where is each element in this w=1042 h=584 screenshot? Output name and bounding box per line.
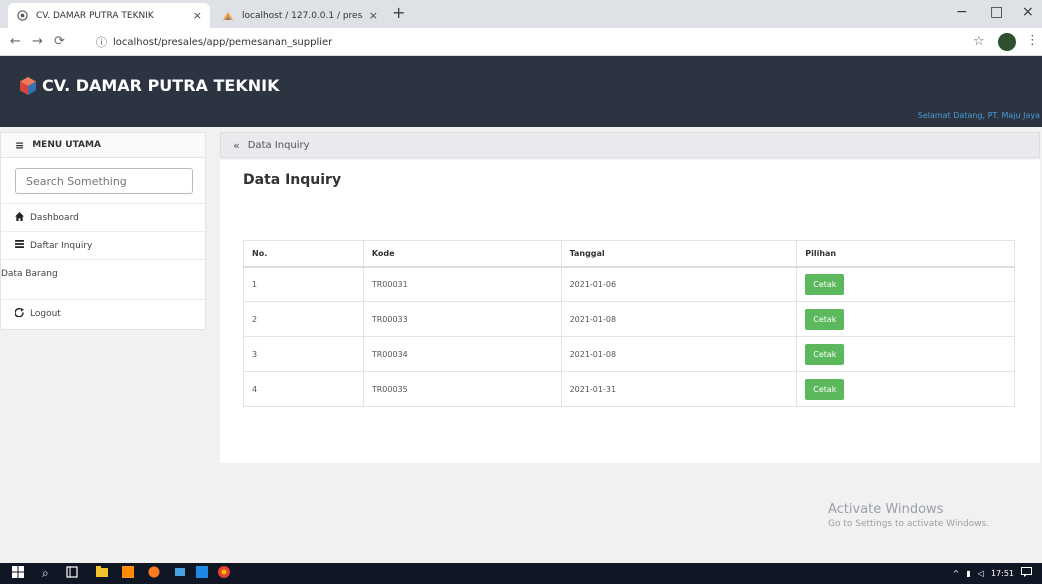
- cell-no: 2: [243, 301, 364, 337]
- close-window-icon[interactable]: ×: [1022, 4, 1034, 20]
- sidebar-item-dashboard[interactable]: Dashboard: [1, 203, 205, 231]
- cetak-button[interactable]: Cetak: [805, 273, 845, 295]
- notification-icon[interactable]: [1021, 567, 1032, 579]
- file-explorer-icon[interactable]: [96, 566, 108, 580]
- sidebar-item-logout[interactable]: Logout: [1, 299, 205, 327]
- activation-watermark: Activate Windows Go to Settings to activ…: [828, 502, 989, 529]
- chrome-icon[interactable]: [218, 566, 230, 581]
- table-row: 4 TR00035 2021-01-31 Cetak: [243, 371, 1015, 407]
- content-panel: Data Inquiry No. Kode Tanggal Pilihan 1 …: [220, 160, 1040, 463]
- clock[interactable]: 17:51: [991, 569, 1014, 578]
- address-bar: ← → ⟳ ⓘ localhost/presales/app/pemesanan…: [0, 28, 1042, 56]
- inquiry-table: No. Kode Tanggal Pilihan 1 TR00031 2021-…: [243, 240, 1015, 407]
- volume-icon[interactable]: ◁: [978, 569, 984, 578]
- app-header: CV. DAMAR PUTRA TEKNIK Selamat Datang, P…: [0, 56, 1042, 127]
- forward-icon[interactable]: →: [32, 34, 43, 49]
- taskbar: ⌕ ^ ▮ ◁ 17:51: [0, 563, 1042, 584]
- xampp-icon[interactable]: [148, 566, 160, 581]
- column-header-no[interactable]: No.: [243, 240, 364, 268]
- back-icon[interactable]: ←: [10, 34, 21, 49]
- brand[interactable]: CV. DAMAR PUTRA TEKNIK: [20, 76, 279, 95]
- search-input[interactable]: [15, 168, 193, 194]
- menu-dots-icon[interactable]: ⋮: [1026, 33, 1039, 48]
- task-view-icon[interactable]: [66, 566, 78, 581]
- table-row: 2 TR00033 2021-01-08 Cetak: [243, 301, 1015, 337]
- cell-no: 3: [243, 336, 364, 372]
- sidebar-item-label: Data Barang: [1, 268, 58, 279]
- browser-tab-title: localhost / 127.0.0.1 / presales / t: [242, 10, 363, 21]
- sidebar-item-daftar-inquiry[interactable]: Daftar Inquiry: [1, 231, 205, 259]
- cell-tanggal: 2021-01-08: [560, 336, 798, 372]
- app-icon[interactable]: [174, 566, 186, 581]
- browser-tab-strip: CV. DAMAR PUTRA TEKNIK × localhost / 127…: [0, 0, 1042, 28]
- minimize-icon[interactable]: −: [956, 4, 968, 20]
- reload-icon[interactable]: ⟳: [54, 34, 65, 49]
- browser-tab-inactive[interactable]: localhost / 127.0.0.1 / presales / t ×: [214, 3, 386, 28]
- url-field[interactable]: ⓘ localhost/presales/app/pemesanan_suppl…: [96, 34, 332, 50]
- sidebar-item-label: Dashboard: [30, 212, 79, 223]
- cetak-button[interactable]: Cetak: [805, 378, 845, 400]
- sidebar-header: ≡ MENU UTAMA: [1, 133, 205, 158]
- cell-pilihan: Cetak: [796, 371, 1015, 407]
- cetak-button[interactable]: Cetak: [805, 343, 845, 365]
- sidebar-item-label: Logout: [30, 308, 61, 319]
- breadcrumb-label: Data Inquiry: [247, 139, 310, 151]
- vscode-icon[interactable]: [196, 566, 208, 581]
- list-icon: [15, 240, 24, 251]
- cell-tanggal: 2021-01-08: [560, 301, 798, 337]
- system-tray: ^ ▮ ◁ 17:51: [953, 567, 1032, 579]
- breadcrumb: « Data Inquiry: [220, 132, 1040, 158]
- table-row: 3 TR00034 2021-01-08 Cetak: [243, 336, 1015, 372]
- sidebar-item-label: Daftar Inquiry: [30, 240, 93, 251]
- sidebar-title: MENU UTAMA: [32, 140, 101, 150]
- cell-kode: TR00034: [362, 336, 562, 372]
- bookmark-star-icon[interactable]: ☆: [973, 34, 985, 49]
- sidebar: ≡ MENU UTAMA Dashboard Daftar Inquiry Da…: [0, 132, 206, 330]
- table-header-row: No. Kode Tanggal Pilihan: [243, 240, 1015, 268]
- globe-icon: [16, 10, 28, 22]
- close-tab-icon[interactable]: ×: [193, 9, 202, 22]
- cell-kode: TR00031: [362, 266, 562, 302]
- cell-kode: TR00035: [362, 371, 562, 407]
- logout-icon: [14, 307, 24, 320]
- cell-no: 4: [243, 371, 364, 407]
- cell-pilihan: Cetak: [796, 336, 1015, 372]
- page-title: Data Inquiry: [243, 172, 342, 188]
- chevron-up-icon[interactable]: ^: [953, 569, 960, 578]
- info-icon[interactable]: ⓘ: [96, 34, 107, 50]
- cube-logo-icon: [20, 76, 36, 95]
- watermark-line-1: Activate Windows: [828, 502, 944, 517]
- network-icon[interactable]: ▮: [966, 569, 970, 578]
- hamburger-menu-icon[interactable]: ≡: [15, 139, 24, 152]
- cetak-button[interactable]: Cetak: [805, 308, 845, 330]
- maximize-icon[interactable]: □: [990, 4, 1003, 20]
- cell-kode: TR00033: [362, 301, 562, 337]
- profile-avatar[interactable]: [998, 33, 1016, 51]
- cell-pilihan: Cetak: [796, 301, 1015, 337]
- url-text: localhost/presales/app/pemesanan_supplie…: [113, 36, 333, 48]
- cell-tanggal: 2021-01-06: [560, 266, 798, 302]
- search-icon[interactable]: ⌕: [42, 566, 49, 580]
- home-icon: [15, 211, 24, 224]
- column-header-kode[interactable]: Kode: [362, 240, 562, 268]
- double-chevron-left-icon[interactable]: «: [233, 139, 240, 152]
- new-tab-button[interactable]: +: [392, 3, 405, 22]
- sidebar-item-data-barang[interactable]: Data Barang: [1, 259, 205, 287]
- store-icon[interactable]: [122, 566, 134, 581]
- windows-start-icon[interactable]: [12, 566, 24, 581]
- table-row: 1 TR00031 2021-01-06 Cetak: [243, 266, 1015, 302]
- browser-tab-active[interactable]: CV. DAMAR PUTRA TEKNIK ×: [8, 3, 210, 28]
- cell-tanggal: 2021-01-31: [560, 371, 798, 407]
- column-header-pilihan[interactable]: Pilihan: [796, 240, 1015, 268]
- watermark-line-2: Go to Settings to activate Windows.: [828, 519, 990, 529]
- browser-tab-title: CV. DAMAR PUTRA TEKNIK: [36, 10, 154, 21]
- cell-pilihan: Cetak: [796, 266, 1015, 302]
- cell-no: 1: [243, 266, 364, 302]
- column-header-tanggal[interactable]: Tanggal: [560, 240, 798, 268]
- close-tab-icon[interactable]: ×: [369, 9, 378, 22]
- brand-name: CV. DAMAR PUTRA TEKNIK: [42, 76, 280, 95]
- welcome-text: Selamat Datang, PT. Maju Jaya: [917, 111, 1040, 120]
- phpmyadmin-icon: [222, 10, 234, 22]
